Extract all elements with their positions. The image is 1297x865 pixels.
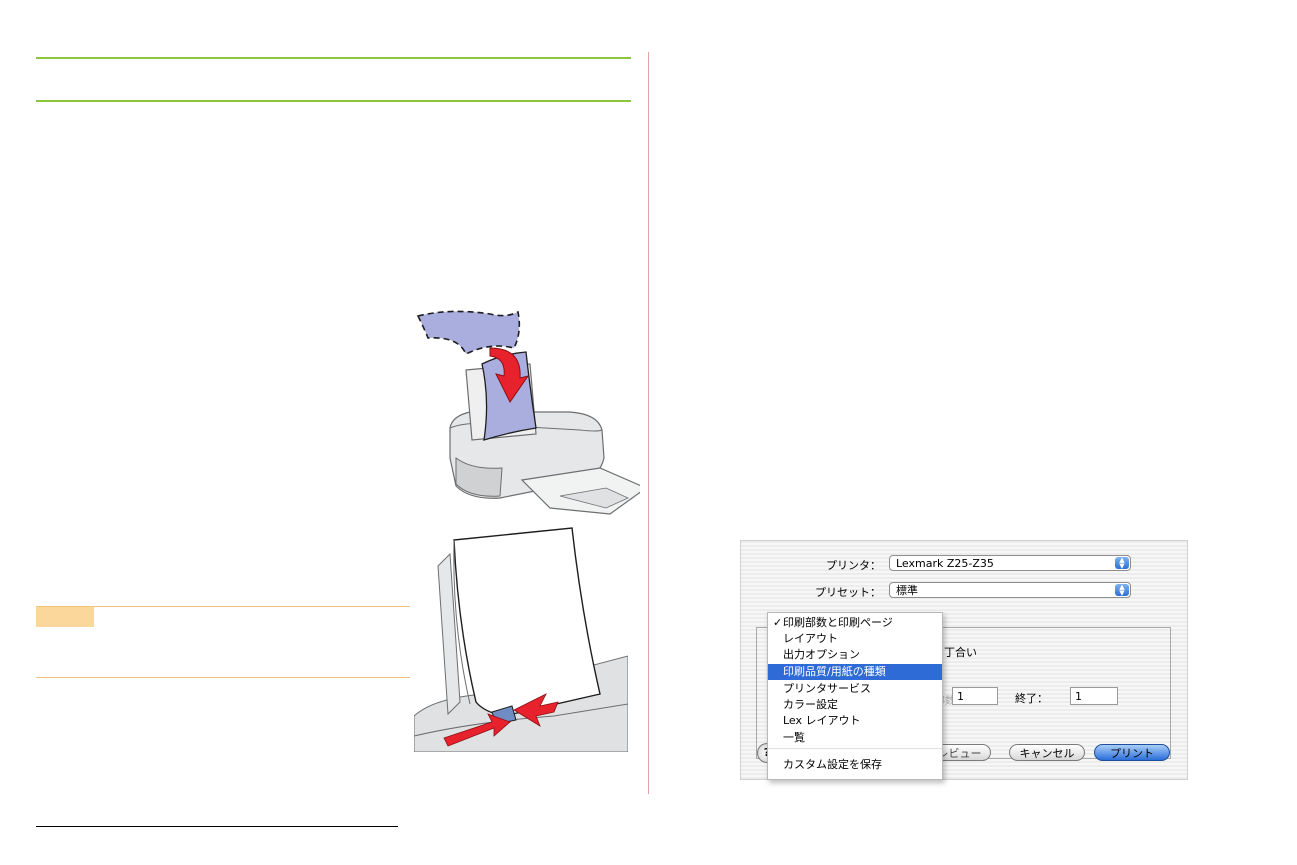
to-field[interactable]: 1	[1070, 687, 1118, 705]
popup-arrows-icon: ▲ ▼	[1115, 557, 1129, 570]
preset-popup[interactable]: 標準 ▲ ▼	[889, 582, 1131, 598]
panel-popup-menu: ✓印刷部数と印刷ページ レイアウト 出力オプション 印刷品質/用紙の種類 プリン…	[767, 612, 943, 780]
menu-item-output-options[interactable]: 出力オプション	[768, 647, 942, 663]
collate-label: 丁合い	[944, 646, 977, 659]
note-rule-bottom	[36, 677, 410, 678]
from-field[interactable]: 1	[952, 687, 998, 705]
footer-rule	[36, 826, 398, 827]
menu-item-layout[interactable]: レイアウト	[768, 631, 942, 647]
menu-item-printer-services[interactable]: プリンタサービス	[768, 681, 942, 697]
menu-separator	[768, 748, 942, 749]
floating-paper	[416, 310, 521, 356]
menu-item-save-custom[interactable]: カスタム設定を保存	[768, 757, 942, 773]
menu-item-summary[interactable]: 一覧	[768, 730, 942, 746]
printer-popup[interactable]: Lexmark Z25-Z35 ▲ ▼	[889, 555, 1131, 571]
note-tab	[36, 607, 94, 627]
paper-guide-illustration	[414, 526, 628, 752]
cancel-button[interactable]: キャンセル	[1009, 744, 1085, 761]
menu-item-lex-layout[interactable]: Lex レイアウト	[768, 713, 942, 729]
printer-value: Lexmark Z25-Z35	[896, 557, 994, 570]
to-label: 終了：	[1015, 692, 1048, 705]
preset-label: プリセット：	[815, 586, 881, 599]
menu-item-color-settings[interactable]: カラー設定	[768, 697, 942, 713]
menu-item-copies-pages[interactable]: ✓印刷部数と印刷ページ	[768, 615, 942, 631]
header-rule-top	[36, 57, 631, 59]
popup-arrows-icon: ▲ ▼	[1115, 584, 1129, 597]
printer-label: プリンタ：	[826, 559, 881, 572]
column-divider	[648, 52, 649, 794]
header-rule-bottom	[36, 100, 631, 102]
preset-value: 標準	[896, 584, 918, 597]
menu-item-quality-media[interactable]: 印刷品質/用紙の種類	[768, 664, 942, 680]
print-button[interactable]: プリント	[1094, 744, 1170, 761]
note-box	[36, 606, 410, 678]
printer-load-illustration	[416, 310, 640, 515]
